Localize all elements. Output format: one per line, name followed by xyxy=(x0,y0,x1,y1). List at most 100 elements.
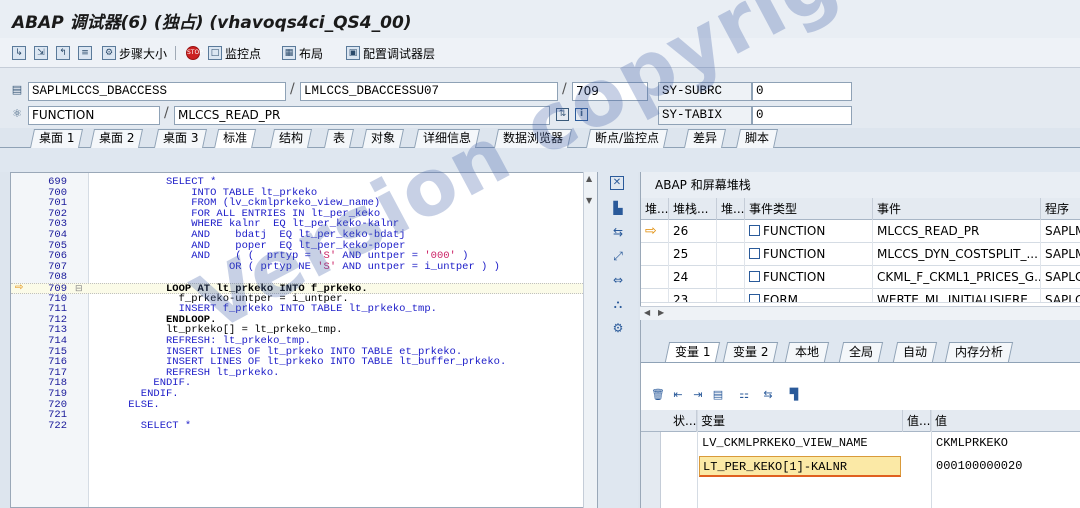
new-tool-icon[interactable]: ▙ xyxy=(610,200,626,216)
column-header[interactable]: 程序 xyxy=(1041,198,1080,220)
event-type-field[interactable]: FUNCTION xyxy=(28,106,160,125)
table-cell: SAPLC xyxy=(1041,266,1080,289)
import-icon[interactable]: ⇤ xyxy=(671,388,685,402)
services-icon[interactable]: ⛬ xyxy=(610,296,626,312)
tab-desktop-3[interactable]: 桌面 3 xyxy=(153,129,208,148)
stop-button[interactable]: STOP xyxy=(186,44,203,62)
table-cell: SAPLM xyxy=(1041,243,1080,266)
sys-subrc-label: SY-SUBRC xyxy=(658,82,752,101)
scroll-down-icon[interactable]: ▼ xyxy=(586,196,592,205)
column-header[interactable]: 状... xyxy=(669,410,697,432)
table-row[interactable]: 25 FUNCTIONMLCCS_DYN_COSTSPLIT_...SAPLM xyxy=(641,243,1080,266)
tab-details[interactable]: 详细信息 xyxy=(413,129,481,148)
watchpoint-button[interactable]: □ 监控点 xyxy=(208,44,261,62)
tool-settings-icon[interactable]: ⚙ xyxy=(610,320,626,336)
current-marker: ⇨ xyxy=(641,220,669,243)
table-row[interactable]: 24 FUNCTION CKML_F_CKML1_PRICES_G... SAPLC xyxy=(641,266,1080,289)
configure-button[interactable]: ▣ 配置调试器层 xyxy=(346,44,435,62)
code-line[interactable]: 721 xyxy=(11,410,597,421)
continue-button[interactable]: ≡ xyxy=(78,44,95,62)
split-icon[interactable]: ⇔ xyxy=(610,272,626,288)
tab-script[interactable]: 脚本 xyxy=(735,129,779,148)
settings-icon[interactable]: ▜ xyxy=(787,388,801,402)
variable-value[interactable]: 000100000020 xyxy=(933,456,1079,477)
table-row[interactable]: ⇨26 FUNCTIONMLCCS_READ_PRSAPLM xyxy=(641,220,1080,243)
navigate-icon[interactable]: ⇅ xyxy=(556,108,569,121)
line-number: 704 xyxy=(48,229,67,241)
tab-diff[interactable]: 差异 xyxy=(683,129,727,148)
variable-name-input[interactable]: LT_PER_KEKO[1]-KALNR xyxy=(699,456,901,477)
info-icon[interactable]: i xyxy=(575,108,588,121)
tab-local[interactable]: 本地 xyxy=(784,342,830,362)
table-cell: FUNCTION xyxy=(745,266,873,289)
program-field[interactable]: SAPLMLCCS_DBACCESS xyxy=(28,82,286,101)
column-header[interactable]: 事件类型 xyxy=(745,198,873,220)
delete-icon[interactable]: 🗑 xyxy=(651,388,665,402)
tab-data-browser[interactable]: 数据浏览器 xyxy=(493,129,573,148)
scroll-up-icon[interactable]: ▲ xyxy=(586,174,592,183)
hierarchy-icon[interactable]: ⚏ xyxy=(737,388,751,402)
tab-breakpoints[interactable]: 断点/监控点 xyxy=(585,129,669,148)
tab-structure[interactable]: 结构 xyxy=(269,129,313,148)
return-button[interactable]: ↰ xyxy=(56,44,73,62)
code-line[interactable]: 711 INSERT f_prkeko INTO TABLE lt_prkeko_… xyxy=(11,304,597,315)
column-header[interactable]: 值... xyxy=(903,410,931,432)
code-line[interactable]: 708 xyxy=(11,272,597,283)
stack-hscrollbar[interactable]: ◀ ▶ xyxy=(640,306,1080,320)
table-row[interactable]: 23 FORM WERTE_ML_INITIALISIERE... SAPLC xyxy=(641,289,1080,303)
call-stack-panel: ABAP 和屏幕堆栈 堆... 堆栈... 堆... 事件类型 事件 程序 ⇨ 2… xyxy=(640,172,1080,306)
scroll-left-icon[interactable]: ◀ xyxy=(644,308,650,317)
navigate-icon[interactable]: ⇆ xyxy=(761,388,775,402)
tab-desktop-2[interactable]: 桌面 2 xyxy=(89,129,144,148)
code-line[interactable]: 722 SELECT * xyxy=(11,420,597,432)
code-line[interactable]: 718 ENDIF. xyxy=(11,378,597,389)
execute-button[interactable]: ⇲ xyxy=(34,44,51,62)
swap-tool-icon[interactable]: ⇆ xyxy=(610,224,626,240)
close-icon[interactable]: ✕ xyxy=(610,176,624,190)
tab-variables-2[interactable]: 变量 2 xyxy=(722,342,779,362)
line-number: 714 xyxy=(48,335,67,347)
table-cell: FUNCTION xyxy=(745,220,873,243)
code-scrollbar[interactable]: ▲ ▼ xyxy=(583,172,597,508)
line-number: 708 xyxy=(48,271,67,284)
table-cell: 26 xyxy=(669,220,717,243)
function-icon xyxy=(749,248,760,259)
code-line[interactable]: 720 ELSE. xyxy=(11,398,597,411)
tab-objects[interactable]: 对象 xyxy=(361,129,405,148)
tab-standard[interactable]: 标准 xyxy=(213,129,257,149)
tab-table[interactable]: 表 xyxy=(323,129,355,148)
step-into-button[interactable]: ↳ xyxy=(12,44,29,62)
step-size-button[interactable]: ⚙ 步骤大小 xyxy=(102,44,167,62)
tab-global[interactable]: 全局 xyxy=(838,342,884,362)
variable-value[interactable]: CKMLPRKEKO xyxy=(933,433,1079,454)
layout-button[interactable]: ▦ 布局 xyxy=(282,44,323,62)
code-line[interactable]: 716 INSERT LINES OF lt_prkeko INTO TABLE … xyxy=(11,357,597,368)
code-line[interactable]: 707 OR ( prtyp NE 'S' AND untper = i_untp… xyxy=(11,261,597,273)
variable-name[interactable]: LV_CKMLPRKEKO_VIEW_NAME xyxy=(699,433,901,454)
code-line[interactable]: 717 REFRESH lt_prkeko. xyxy=(11,367,597,379)
code-line[interactable]: 719 ENDIF. xyxy=(11,389,597,400)
column-header[interactable]: 变量 xyxy=(697,410,903,432)
tab-desktop-1[interactable]: 桌面 1 xyxy=(29,129,84,148)
fullscreen-icon[interactable]: ⤢ xyxy=(610,248,626,264)
source-code-pane[interactable]: 699 SELECT * 700 INTO TABLE lt_prkeko 701 FRO… xyxy=(10,172,598,508)
line-field[interactable]: 709 xyxy=(572,82,648,101)
column-header[interactable]: 堆栈... xyxy=(669,198,717,220)
stop-icon: STOP xyxy=(186,46,203,60)
tab-auto[interactable]: 自动 xyxy=(892,342,938,362)
column-header[interactable]: 值 xyxy=(931,410,1080,432)
tab-memory-analysis[interactable]: 内存分析 xyxy=(944,342,1014,362)
scroll-right-icon[interactable]: ▶ xyxy=(658,308,664,317)
code-text: ELSE. xyxy=(128,398,160,411)
event-field[interactable]: MLCCS_READ_PR xyxy=(174,106,550,125)
filter-icon[interactable]: ▤ xyxy=(711,388,725,402)
tab-variables-1[interactable]: 变量 1 xyxy=(664,342,721,362)
column-header[interactable]: 堆... xyxy=(717,198,745,220)
export-icon[interactable]: ⇥ xyxy=(691,388,705,402)
table-cell: SAPLM xyxy=(1041,220,1080,243)
table-cell: MLCCS_READ_PR xyxy=(873,220,1041,243)
include-field[interactable]: LMLCCS_DBACCESSU07 xyxy=(300,82,558,101)
layout-label: 布局 xyxy=(299,46,324,61)
column-header[interactable]: 堆... xyxy=(641,198,669,220)
column-header[interactable]: 事件 xyxy=(873,198,1041,220)
